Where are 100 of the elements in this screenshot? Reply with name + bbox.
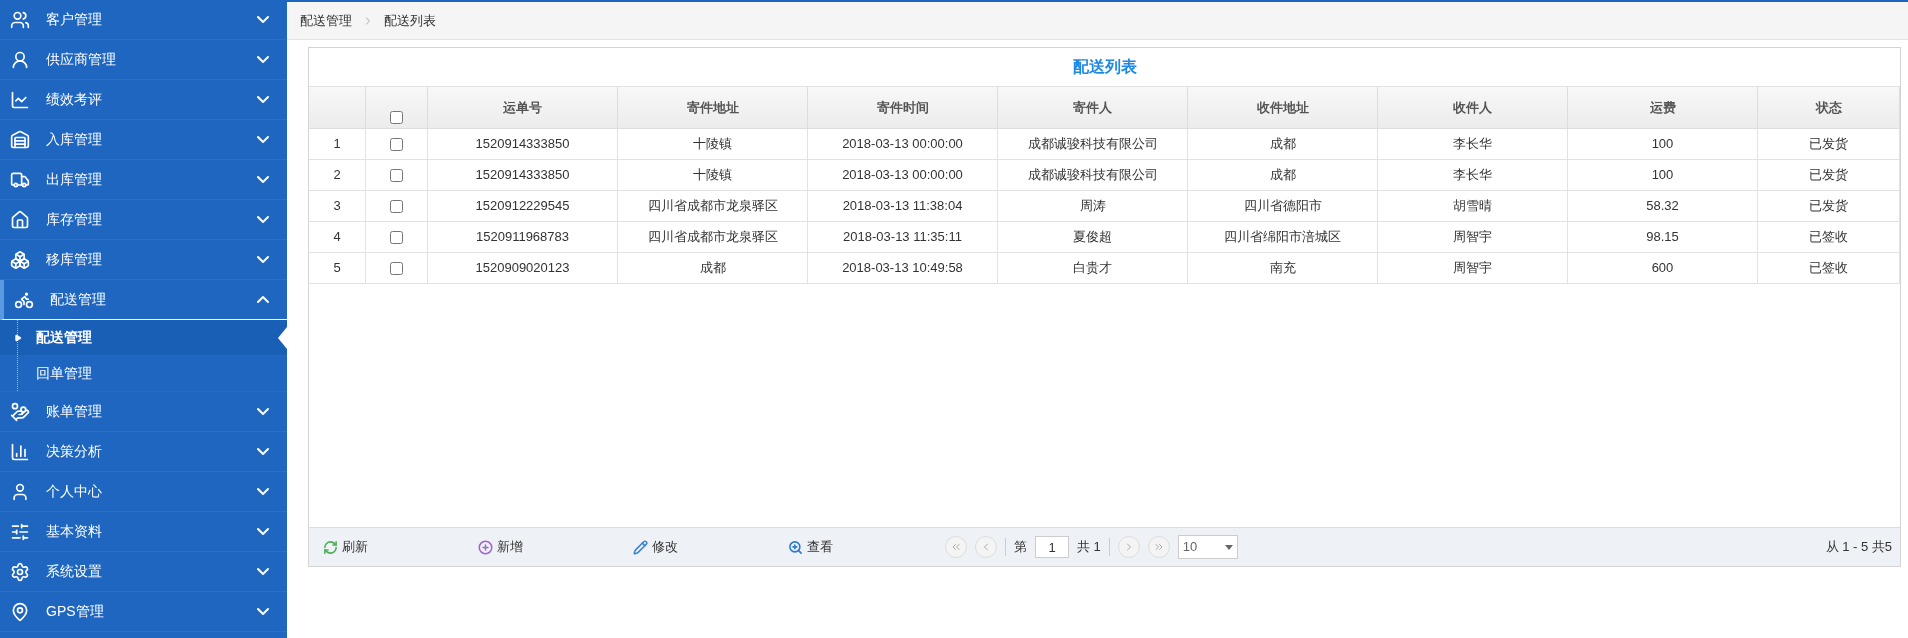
- chevron-down-icon: [257, 608, 269, 615]
- sidebar-item[interactable]: 账单管理: [0, 392, 287, 432]
- submenu-item[interactable]: 回单管理: [0, 356, 287, 392]
- table-cell: 2018-03-13 10:49:58: [808, 253, 998, 283]
- selection-notch: [278, 326, 287, 349]
- table-cell: 2018-03-13 11:38:04: [808, 191, 998, 221]
- sidebar-item[interactable]: 系统设置: [0, 552, 287, 592]
- sidebar-item[interactable]: 供应商管理: [0, 40, 287, 80]
- person-icon: [10, 49, 30, 70]
- double-chevron-right-icon: [1152, 541, 1165, 553]
- settings-icon: [10, 561, 30, 582]
- chevron-down-icon: [257, 96, 269, 103]
- table-cell: 周智宇: [1378, 253, 1568, 283]
- submenu-item[interactable]: 配送管理: [0, 320, 287, 356]
- row-checkbox[interactable]: [390, 199, 403, 213]
- table-cell: 100: [1568, 160, 1758, 190]
- table-cell: 十陵镇: [618, 129, 808, 159]
- chart-icon: [10, 89, 30, 110]
- column-header[interactable]: 运费: [1568, 87, 1758, 128]
- table-cell: 2018-03-13 11:35:11: [808, 222, 998, 252]
- row-number: 4: [309, 222, 366, 252]
- zoom-in-icon: [788, 539, 803, 555]
- record-summary: 从 1 - 5 共5: [1825, 538, 1892, 557]
- sidebar-item[interactable]: 出库管理: [0, 160, 287, 200]
- chevron-down-icon: [257, 16, 269, 23]
- row-number: 3: [309, 191, 366, 221]
- table-cell: 58.32: [1568, 191, 1758, 221]
- table-cell: 98.15: [1568, 222, 1758, 252]
- sidebar-item[interactable]: 个人中心: [0, 472, 287, 512]
- bar-chart-icon: [10, 441, 30, 462]
- chevron-down-icon: [257, 528, 269, 535]
- column-header[interactable]: 寄件时间: [808, 87, 998, 128]
- refresh-icon: [323, 539, 338, 555]
- table-cell: 2018-03-13 00:00:00: [808, 160, 998, 190]
- chevron-down-icon: [257, 176, 269, 183]
- table-cell: 已签收: [1758, 253, 1900, 283]
- table-cell: 成都诚骏科技有限公司: [998, 160, 1188, 190]
- people-icon: [10, 9, 30, 30]
- table-cell: 四川省德阳市: [1188, 191, 1378, 221]
- sidebar-item[interactable]: 决策分析: [0, 432, 287, 472]
- toolbar-button[interactable]: 修改: [633, 537, 678, 557]
- caret-icon: [14, 333, 22, 342]
- row-checkbox[interactable]: [390, 230, 403, 244]
- sidebar-item[interactable]: 入库管理: [0, 120, 287, 160]
- column-header[interactable]: 寄件人: [998, 87, 1188, 128]
- row-checkbox[interactable]: [390, 168, 403, 182]
- sidebar-item[interactable]: 绩效考评: [0, 80, 287, 120]
- table-cell: 成都: [1188, 129, 1378, 159]
- table-cell: 十陵镇: [618, 160, 808, 190]
- table-cell: 1520914333850: [428, 129, 618, 159]
- sidebar-item[interactable]: 基本资料: [0, 512, 287, 552]
- sidebar-item[interactable]: 库存管理: [0, 200, 287, 240]
- table-cell: 1520909020123: [428, 253, 618, 283]
- sidebar-item[interactable]: 移库管理: [0, 240, 287, 280]
- column-header[interactable]: 收件地址: [1188, 87, 1378, 128]
- double-chevron-left-icon: [950, 541, 962, 553]
- chevron-down-icon: [257, 568, 269, 575]
- chevron-down-icon: [257, 408, 269, 415]
- breadcrumb-item[interactable]: 配送管理: [300, 10, 352, 31]
- boxes-icon: [10, 249, 30, 270]
- toolbar-button[interactable]: 新增: [478, 537, 523, 557]
- plus-icon: [478, 539, 493, 555]
- breadcrumb-item[interactable]: 配送列表: [384, 10, 436, 31]
- sidebar-item[interactable]: 客户管理: [0, 0, 287, 40]
- chevron-down-icon: [257, 216, 269, 223]
- sliders-icon: [10, 521, 30, 542]
- table-title: 配送列表: [1072, 57, 1137, 77]
- table-cell: 南充: [1188, 253, 1378, 283]
- table-cell: 周涛: [998, 191, 1188, 221]
- table-cell: 1520912229545: [428, 191, 618, 221]
- column-header[interactable]: 寄件地址: [618, 87, 808, 128]
- table-cell: 成都: [1188, 160, 1378, 190]
- user-icon: [10, 481, 30, 502]
- column-header[interactable]: 运单号: [428, 87, 618, 128]
- money-hand-icon: [10, 401, 30, 422]
- table-cell: 成都: [618, 253, 808, 283]
- row-number: 5: [309, 253, 366, 283]
- column-header[interactable]: 状态: [1758, 87, 1900, 128]
- toolbar-button[interactable]: 刷新: [323, 537, 368, 557]
- row-number: 2: [309, 160, 366, 190]
- row-checkbox[interactable]: [390, 137, 403, 151]
- chevron-down-icon: [257, 56, 269, 63]
- row-checkbox[interactable]: [390, 261, 403, 275]
- table-cell: 四川省成都市龙泉驿区: [618, 191, 808, 221]
- table-cell: 2018-03-13 00:00:00: [808, 129, 998, 159]
- chevron-down-icon: [257, 136, 269, 143]
- table-cell: 已签收: [1758, 222, 1900, 252]
- chevron-up-icon: [257, 296, 269, 303]
- sidebar-item[interactable]: GPS管理: [0, 592, 287, 632]
- select-all-checkbox[interactable]: [390, 111, 403, 124]
- table-cell: 1520911968783: [428, 222, 618, 252]
- chevron-down-icon: [257, 448, 269, 455]
- page-input[interactable]: 1: [1035, 536, 1069, 558]
- toolbar-button[interactable]: 查看: [788, 537, 833, 557]
- map-pin-icon: [10, 601, 30, 622]
- page-size-select[interactable]: 10: [1177, 535, 1238, 559]
- table-cell: 李长华: [1378, 160, 1568, 190]
- page-label: 第: [1014, 538, 1027, 557]
- warehouse-icon: [10, 129, 30, 150]
- column-header[interactable]: 收件人: [1378, 87, 1568, 128]
